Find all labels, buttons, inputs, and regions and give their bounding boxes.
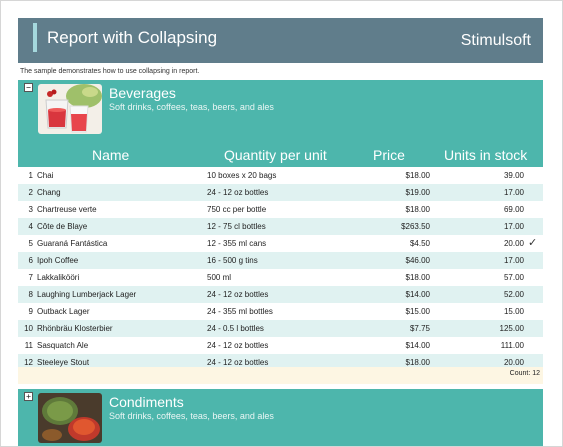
product-quantity: 10 boxes x 20 bags: [207, 171, 277, 180]
product-price: $263.50: [401, 222, 430, 231]
row-number: 8: [28, 290, 33, 299]
row-number: 9: [28, 307, 33, 316]
product-name: Chartreuse verte: [37, 205, 97, 214]
report-page: Report with Collapsing Stimulsoft The sa…: [0, 0, 563, 447]
row-number: 2: [28, 188, 33, 197]
table-row: 3 Chartreuse verte 750 cc per bottle $18…: [18, 201, 543, 218]
report-header: Report with Collapsing Stimulsoft: [18, 18, 543, 63]
product-stock: 111.00: [500, 341, 524, 350]
product-stock: 17.00: [503, 188, 524, 197]
row-number: 5: [28, 239, 33, 248]
product-price: $15.00: [405, 307, 430, 316]
product-stock: 17.00: [503, 256, 524, 265]
report-description: The sample demonstrates how to use colla…: [20, 68, 200, 75]
row-number: 4: [28, 222, 33, 231]
product-name: Ipoh Coffee: [37, 256, 79, 265]
product-quantity: 24 - 12 oz bottles: [207, 341, 269, 350]
product-quantity: 12 - 355 ml cans: [207, 239, 267, 248]
product-name: Outback Lager: [37, 307, 90, 316]
product-name: Sasquatch Ale: [37, 341, 89, 350]
product-price: $19.00: [405, 188, 430, 197]
row-number: 10: [24, 324, 33, 333]
product-price: $4.50: [409, 239, 430, 248]
table-row: 10 Rhönbräu Klosterbier 24 - 0.5 l bottl…: [18, 320, 543, 337]
product-quantity: 24 - 0.5 l bottles: [207, 324, 264, 333]
row-number: 6: [28, 256, 33, 265]
table-row: 8 Laughing Lumberjack Lager 24 - 12 oz b…: [18, 286, 543, 303]
header-accent-bar: [33, 23, 37, 52]
product-stock: 15.00: [503, 307, 524, 316]
table-row: 4 Côte de Blaye 12 - 75 cl bottles $263.…: [18, 218, 543, 235]
category-name-beverages: Beverages: [109, 85, 176, 101]
product-stock: 52.00: [503, 290, 524, 299]
row-number: 1: [28, 171, 33, 180]
product-stock: 17.00: [503, 222, 524, 231]
product-stock: 57.00: [503, 273, 524, 282]
product-table: 1 Chai 10 boxes x 20 bags $18.00 39.00 2…: [18, 167, 543, 371]
product-quantity: 750 cc per bottle: [207, 205, 267, 214]
product-quantity: 24 - 12 oz bottles: [207, 188, 269, 197]
table-row: 7 Lakkalikööri 500 ml $18.00 57.00: [18, 269, 543, 286]
category-description-condiments: Soft drinks, coffees, teas, beers, and a…: [109, 411, 274, 421]
report-title: Report with Collapsing: [47, 28, 218, 47]
product-price: $18.00: [405, 171, 430, 180]
product-price: $14.00: [405, 341, 430, 350]
collapse-toggle-beverages[interactable]: −: [24, 83, 33, 92]
row-number: 7: [28, 273, 33, 282]
product-quantity: 24 - 355 ml bottles: [207, 307, 273, 316]
condiments-image: [38, 393, 102, 443]
category-band-beverages: − Beverages Soft drinks, coffees, teas, …: [18, 80, 543, 143]
checkmark-icon: ✓: [528, 237, 538, 249]
row-number: 11: [24, 341, 33, 350]
column-header-price: Price: [373, 147, 405, 163]
row-count: Count: 12: [509, 370, 540, 377]
group-footer: Count: 12: [18, 367, 543, 384]
column-header-name: Name: [92, 147, 130, 163]
table-row: 9 Outback Lager 24 - 355 ml bottles $15.…: [18, 303, 543, 320]
product-name: Chai: [37, 171, 54, 180]
product-stock: 125.00: [499, 324, 524, 333]
beverages-image: [38, 84, 102, 134]
table-row: 11 Sasquatch Ale 24 - 12 oz bottles $14.…: [18, 337, 543, 354]
product-quantity: 16 - 500 g tins: [207, 256, 258, 265]
row-number: 3: [28, 205, 33, 214]
table-row: 5 Guaraná Fantástica 12 - 355 ml cans $4…: [18, 235, 543, 252]
table-row: 1 Chai 10 boxes x 20 bags $18.00 39.00: [18, 167, 543, 184]
product-stock: 39.00: [503, 171, 524, 180]
category-band-condiments: + Condiments Soft drinks, coffees, teas,…: [18, 389, 543, 446]
product-price: $18.00: [405, 273, 430, 282]
product-stock: 69.00: [503, 205, 524, 214]
category-description-beverages: Soft drinks, coffees, teas, beers, and a…: [109, 102, 274, 112]
brand-name: Stimulsoft: [460, 32, 531, 49]
product-quantity: 24 - 12 oz bottles: [207, 290, 269, 299]
product-price: $14.00: [405, 290, 430, 299]
product-name: Chang: [37, 188, 61, 197]
table-row: 6 Ipoh Coffee 16 - 500 g tins $46.00 17.…: [18, 252, 543, 269]
product-name: Guaraná Fantástica: [37, 239, 108, 248]
column-header-stock: Units in stock: [444, 147, 528, 163]
product-price: $7.75: [409, 324, 430, 333]
column-header-quantity: Quantity per unit: [224, 147, 327, 163]
product-name: Lakkalikööri: [37, 273, 80, 282]
product-price: $46.00: [405, 256, 430, 265]
column-header-row: Name Quantity per unit Price Units in st…: [18, 143, 543, 167]
product-stock: 20.00: [503, 239, 524, 248]
table-row: 2 Chang 24 - 12 oz bottles $19.00 17.00: [18, 184, 543, 201]
product-quantity: 12 - 75 cl bottles: [207, 222, 266, 231]
product-quantity: 500 ml: [207, 273, 232, 282]
category-name-condiments: Condiments: [109, 394, 184, 410]
product-name: Rhönbräu Klosterbier: [37, 324, 113, 333]
expand-toggle-condiments[interactable]: +: [24, 392, 33, 401]
product-name: Côte de Blaye: [37, 222, 88, 231]
product-price: $18.00: [405, 205, 430, 214]
product-name: Laughing Lumberjack Lager: [37, 290, 137, 299]
